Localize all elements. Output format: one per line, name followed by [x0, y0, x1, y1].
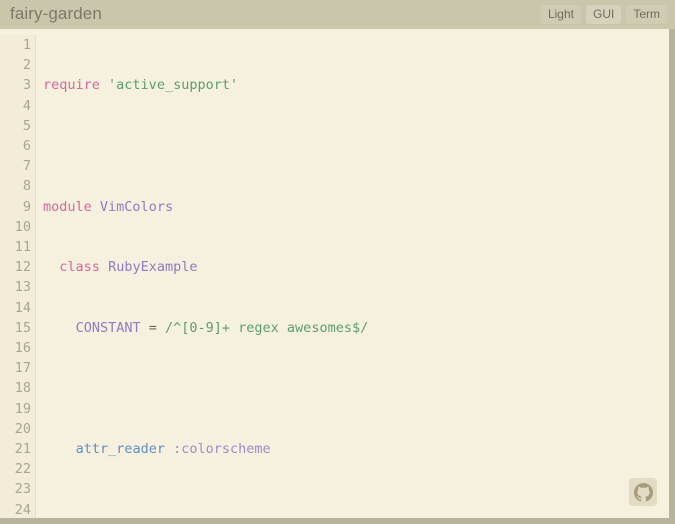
scheme-button-gui[interactable]: GUI: [586, 5, 621, 24]
line-number-gutter: 1 2 3 4 5 6 7 8 9 10 11 12 13 14 15 16 1…: [0, 35, 36, 524]
line-number: 16: [0, 338, 35, 358]
line-number: 3: [0, 75, 35, 95]
code-line: class RubyExample: [43, 257, 669, 277]
code-viewport: 1 2 3 4 5 6 7 8 9 10 11 12 13 14 15 16 1…: [0, 29, 669, 524]
code-line: module VimColors: [43, 197, 669, 217]
line-number: 14: [0, 298, 35, 318]
line-number: 12: [0, 257, 35, 277]
github-link-button[interactable]: [629, 478, 657, 506]
line-number: 17: [0, 358, 35, 378]
scheme-button-term[interactable]: Term: [626, 5, 667, 24]
line-number: 24: [0, 500, 35, 520]
page-title: fairy-garden: [10, 5, 102, 24]
code-line: [43, 136, 669, 156]
code-text-area[interactable]: require 'active_support' module VimColor…: [36, 35, 669, 524]
line-number: 9: [0, 197, 35, 217]
line-number: 13: [0, 277, 35, 297]
code-preview-panel: 1 2 3 4 5 6 7 8 9 10 11 12 13 14 15 16 1…: [0, 29, 675, 524]
line-number: 11: [0, 237, 35, 257]
scheme-variant-buttons: Light GUI Term: [541, 5, 667, 24]
code-line: [43, 378, 669, 398]
line-number: 1: [0, 35, 35, 55]
line-number: 6: [0, 136, 35, 156]
line-number: 19: [0, 399, 35, 419]
github-octocat-icon: [634, 483, 653, 502]
line-number: 5: [0, 116, 35, 136]
line-number: 23: [0, 479, 35, 499]
line-number: 4: [0, 96, 35, 116]
line-number: 2: [0, 55, 35, 75]
line-number: 18: [0, 378, 35, 398]
line-number: 7: [0, 156, 35, 176]
code-line: attr_reader :colorscheme: [43, 439, 669, 459]
line-number: 10: [0, 217, 35, 237]
header-bar: fairy-garden Light GUI Term: [0, 0, 675, 29]
code-line: require 'active_support': [43, 75, 669, 95]
line-number: 21: [0, 439, 35, 459]
code-line: CONSTANT = /^[0-9]+ regex awesomes$/: [43, 318, 669, 338]
line-number: 15: [0, 318, 35, 338]
line-number: 20: [0, 419, 35, 439]
line-number: 22: [0, 459, 35, 479]
code-line: [43, 500, 669, 520]
line-number: 8: [0, 176, 35, 196]
colorscheme-preview-app: fairy-garden Light GUI Term 1 2 3 4 5 6 …: [0, 0, 675, 524]
scheme-button-light[interactable]: Light: [541, 5, 581, 24]
